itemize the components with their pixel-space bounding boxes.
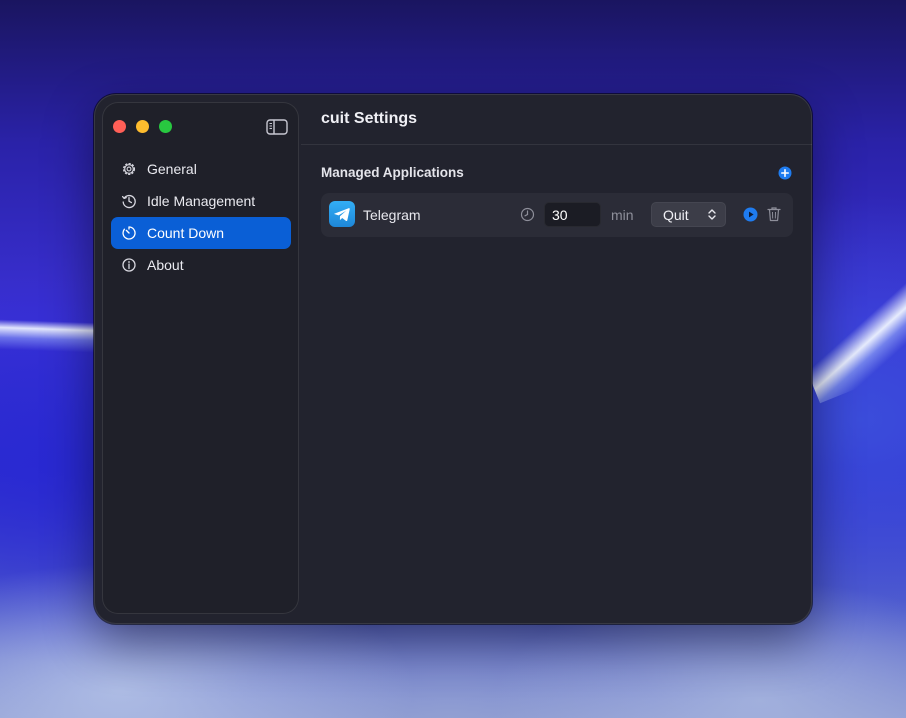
history-icon <box>121 194 136 209</box>
sidebar-item-label: General <box>147 161 197 177</box>
add-application-button[interactable] <box>778 166 792 180</box>
paper-plane-icon <box>334 208 350 221</box>
page-title: cuit Settings <box>321 110 418 127</box>
sidebar-item-label: Count Down <box>147 225 225 241</box>
sidebar-item-label: About <box>147 257 184 273</box>
sidebar-item-idle-management[interactable]: Idle Management <box>111 185 291 217</box>
action-dropdown-value: Quit <box>663 207 689 223</box>
trash-icon[interactable] <box>767 206 781 222</box>
sidebar-toggle-icon[interactable] <box>266 118 288 136</box>
info-icon <box>122 258 136 272</box>
timer-icon <box>122 226 136 240</box>
managed-app-row: Telegram min Quit <box>321 193 793 237</box>
close-button[interactable] <box>113 120 126 133</box>
sidebar-item-count-down[interactable]: Count Down <box>111 217 291 249</box>
gear-icon <box>122 162 136 176</box>
clock-icon <box>520 207 535 222</box>
section-title: Managed Applications <box>321 165 464 180</box>
sidebar-item-label: Idle Management <box>147 193 256 209</box>
chevron-up-down-icon <box>708 209 716 220</box>
minutes-unit-label: min <box>611 207 634 223</box>
zoom-button[interactable] <box>159 120 172 133</box>
action-dropdown[interactable]: Quit <box>651 202 726 227</box>
app-name: Telegram <box>363 207 421 223</box>
sidebar: General Idle Management Count Down About <box>102 102 299 614</box>
sidebar-nav: General Idle Management Count Down About <box>111 153 291 281</box>
minutes-field[interactable] <box>544 202 601 227</box>
sidebar-item-general[interactable]: General <box>111 153 291 185</box>
sidebar-item-about[interactable]: About <box>111 249 291 281</box>
telegram-icon <box>329 201 355 227</box>
title-divider <box>301 144 812 145</box>
play-button[interactable] <box>743 207 758 222</box>
settings-window: General Idle Management Count Down About… <box>94 94 812 624</box>
minimize-button[interactable] <box>136 120 149 133</box>
